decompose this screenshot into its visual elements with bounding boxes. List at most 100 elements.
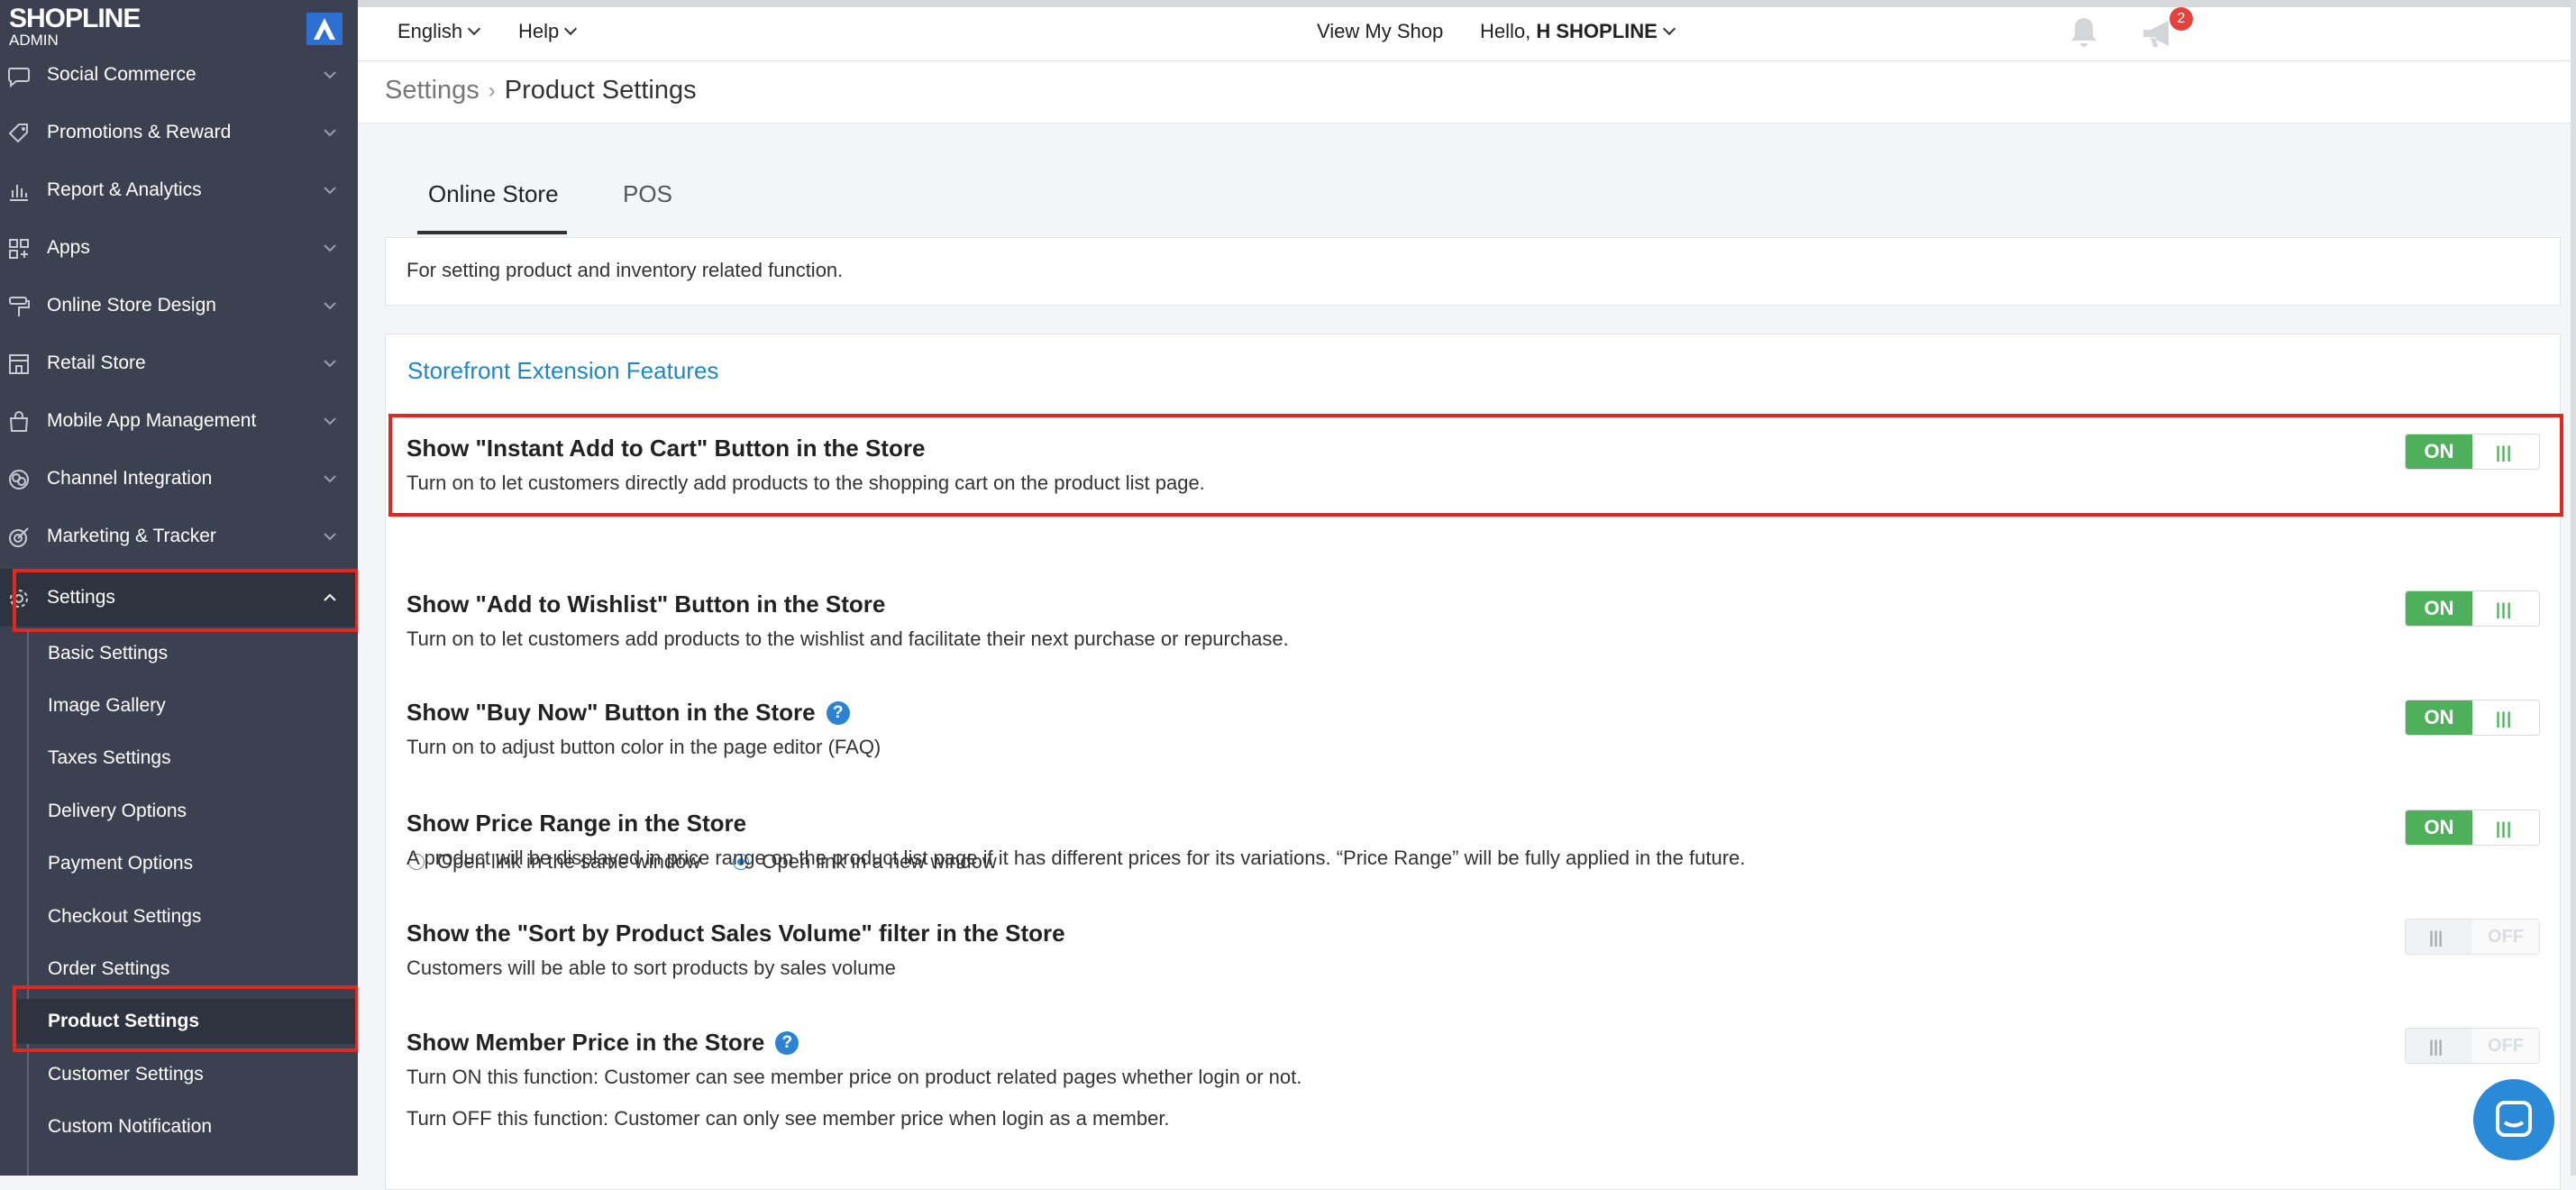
store-icon	[9, 354, 29, 374]
chevron-down-icon	[1662, 22, 1676, 36]
sidebar-item-label: Social Commerce	[47, 64, 196, 85]
settings-highlight-box	[13, 569, 358, 632]
help-icon[interactable]: ?	[775, 1030, 799, 1055]
buy-now-toggle[interactable]: ON |||	[2405, 700, 2540, 736]
chevron-down-icon	[324, 129, 336, 137]
view-my-shop-link[interactable]: View My Shop	[1317, 20, 1443, 43]
help-dropdown[interactable]: Help	[518, 20, 578, 43]
setting-description: Customers will be able to sort products …	[406, 957, 896, 979]
setting-description-2: Turn OFF this function: Customer can onl…	[406, 1107, 1170, 1130]
description-text: For setting product and inventory relate…	[406, 259, 844, 281]
toggle-state: ON	[2406, 591, 2472, 626]
paint-roller-icon	[9, 297, 30, 316]
sidebar-subitem-payment-options[interactable]: Payment Options	[48, 841, 345, 886]
tab-pos[interactable]: POS	[623, 180, 672, 208]
shopline-logo[interactable]: SHOPLINE ADMIN	[9, 4, 141, 49]
tab-online-store[interactable]: Online Store	[428, 180, 559, 208]
setting-description: Turn on to adjust button color in the pa…	[406, 736, 882, 758]
breadcrumb: Settings › Product Settings	[385, 76, 697, 105]
target-icon	[9, 527, 29, 547]
breadcrumb-separator-icon: ›	[488, 78, 496, 103]
sidebar-subitem-image-gallery[interactable]: Image Gallery	[48, 683, 345, 728]
page-title: Product Settings	[504, 76, 697, 105]
submenu-guide-line	[27, 631, 29, 1176]
chevron-down-icon	[324, 533, 336, 541]
brand-name: SHOPLINE	[9, 4, 141, 33]
chevron-down-icon	[324, 244, 336, 252]
sidebar-item-label: Report & Analytics	[47, 179, 202, 200]
description-panel: For setting product and inventory relate…	[385, 237, 2561, 306]
setting-add-to-wishlist: Show "Add to Wishlist" Button in the Sto…	[406, 590, 1289, 651]
setting-price-range: Show Price Range in the Store A product …	[406, 810, 1745, 870]
sidebar-subitem-basic-settings[interactable]: Basic Settings	[48, 631, 345, 676]
window-scrollbar[interactable]	[2571, 0, 2576, 1176]
chat-bubble-icon	[8, 68, 30, 87]
shopline-mark-icon[interactable]	[306, 13, 343, 45]
setting-title: Show "Instant Add to Cart" Button in the…	[406, 435, 926, 462]
toggle-grip-icon: |||	[2429, 1038, 2444, 1056]
sidebar: SHOPLINE ADMIN Social Commerce Promotion…	[0, 0, 358, 1176]
setting-title-row: Show Member Price in the Store ?	[406, 1029, 1302, 1057]
language-dropdown[interactable]: English	[397, 20, 481, 43]
chevron-down-icon	[324, 417, 336, 426]
toggle-state: OFF	[2472, 920, 2539, 954]
sidebar-item-online-store-design[interactable]: Online Store Design	[0, 277, 358, 334]
toggle-grip-icon: |||	[2496, 600, 2513, 618]
user-menu[interactable]: Hello, H SHOPLINE	[1480, 20, 1676, 43]
bar-chart-icon	[10, 185, 28, 201]
sidebar-item-retail-store[interactable]: Retail Store	[0, 334, 358, 392]
setting-description: A product will be displayed in price ran…	[406, 847, 1746, 869]
sidebar-subitem-taxes-settings[interactable]: Taxes Settings	[48, 736, 345, 781]
setting-description: Turn ON this function: Customer can see …	[406, 1066, 1302, 1088]
setting-description: Turn on to let customers directly add pr…	[406, 471, 1205, 494]
settings-panel: Storefront Extension Features Show "Inst…	[385, 334, 2563, 1190]
breadcrumb-bar: Settings › Product Settings	[358, 61, 2576, 124]
setting-title-row: Show "Buy Now" Button in the Store ?	[406, 699, 881, 727]
toggle-grip-icon: |||	[2496, 819, 2513, 838]
user-name: H SHOPLINE	[1536, 20, 1658, 42]
chevron-down-icon	[468, 22, 481, 36]
price-range-toggle[interactable]: ON |||	[2405, 810, 2540, 846]
active-tab-indicator	[417, 231, 567, 234]
sidebar-item-label: Apps	[47, 237, 90, 258]
instant-add-to-cart-toggle[interactable]: ON |||	[2405, 434, 2540, 470]
sidebar-item-label: Marketing & Tracker	[47, 526, 216, 546]
section-title: Storefront Extension Features	[407, 357, 719, 384]
sidebar-subitem-custom-notification[interactable]: Custom Notification	[48, 1104, 345, 1149]
add-to-wishlist-toggle[interactable]: ON |||	[2405, 590, 2540, 627]
chevron-down-icon	[324, 71, 336, 79]
setting-title: Show "Add to Wishlist" Button in the Sto…	[406, 590, 886, 618]
breadcrumb-settings-link[interactable]: Settings	[385, 76, 480, 105]
sort-by-sales-toggle[interactable]: ||| OFF	[2405, 919, 2540, 955]
sidebar-item-promotions[interactable]: Promotions & Reward	[0, 104, 358, 161]
toggle-grip-icon: |||	[2496, 444, 2513, 462]
setting-title: Show the "Sort by Product Sales Volume" …	[406, 920, 1065, 947]
chat-support-button[interactable]	[2473, 1079, 2554, 1160]
member-price-toggle[interactable]: ||| OFF	[2405, 1028, 2540, 1064]
apps-grid-icon	[9, 239, 29, 259]
sidebar-subitem-delivery-options[interactable]: Delivery Options	[48, 789, 345, 834]
sidebar-item-social-commerce[interactable]: Social Commerce	[0, 46, 358, 104]
sidebar-item-mobile-app[interactable]: Mobile App Management	[0, 392, 358, 450]
toggle-state: ON	[2406, 810, 2472, 845]
sidebar-item-channel-integration[interactable]: Channel Integration	[0, 450, 358, 508]
toggle-state: ON	[2406, 435, 2472, 469]
shopping-bag-icon	[9, 411, 29, 432]
help-icon[interactable]: ?	[826, 700, 850, 725]
toggle-grip-icon: |||	[2496, 709, 2513, 728]
toggle-state: ON	[2406, 700, 2472, 735]
sidebar-subitem-customer-settings[interactable]: Customer Settings	[48, 1052, 345, 1097]
top-bar: English Help 2 View My Shop Hello, H SHO…	[358, 0, 2576, 61]
setting-instant-add-to-cart: Show "Instant Add to Cart" Button in the…	[406, 435, 1205, 495]
bell-icon[interactable]	[2068, 14, 2100, 50]
chevron-down-icon	[564, 22, 578, 36]
sidebar-subitem-checkout-settings[interactable]: Checkout Settings	[48, 894, 345, 939]
language-label: English	[397, 20, 463, 42]
sidebar-item-apps[interactable]: Apps	[0, 219, 358, 277]
notification-badge: 2	[2170, 7, 2193, 31]
channel-icon	[9, 470, 29, 490]
sidebar-item-marketing-tracker[interactable]: Marketing & Tracker	[0, 508, 358, 565]
sidebar-item-label: Mobile App Management	[47, 410, 257, 431]
sidebar-item-report-analytics[interactable]: Report & Analytics	[0, 161, 358, 219]
tag-icon	[8, 124, 28, 143]
